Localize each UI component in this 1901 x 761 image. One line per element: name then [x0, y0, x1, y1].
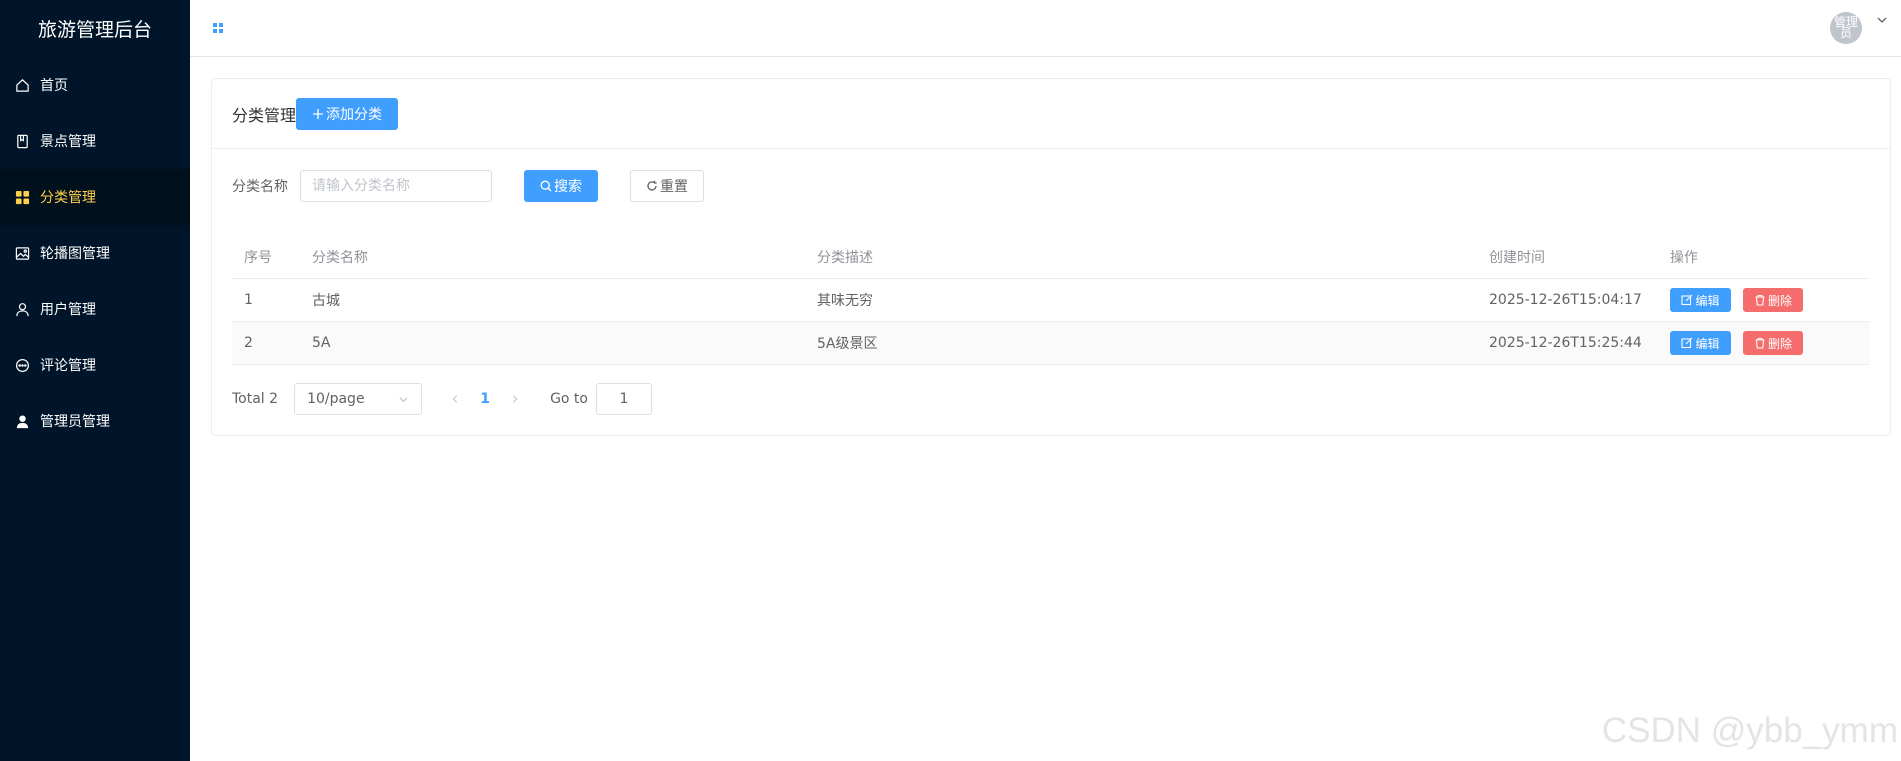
cell-name: 5A: [312, 335, 331, 351]
chevron-down-icon[interactable]: [1876, 14, 1888, 26]
cell-created: 2025-12-26T15:04:17: [1489, 292, 1642, 308]
search-button[interactable]: 搜索: [524, 170, 598, 202]
category-table: 序号 分类名称 分类描述 创建时间 操作 1 古城 其味无穷 2025-12-2…: [232, 236, 1870, 365]
home-icon: [15, 78, 30, 93]
refresh-icon: [647, 180, 657, 191]
cell-description: 其味无穷: [817, 293, 873, 309]
edit-button[interactable]: 编辑: [1670, 331, 1731, 355]
sidebar-item-label: 用户管理: [40, 302, 96, 318]
edit-icon: [1681, 294, 1693, 306]
pagination: Total 2 10/page 1 Go to 1: [232, 383, 652, 415]
delete-icon: [1755, 337, 1765, 349]
column-header-created: 创建时间: [1489, 250, 1545, 266]
chat-dot-icon: [15, 358, 30, 373]
goto-label: Go to: [550, 391, 588, 407]
cell-actions: 编辑 删除: [1670, 288, 1870, 312]
delete-label: 删除: [1767, 293, 1792, 308]
search-icon: [540, 180, 552, 192]
delete-label: 删除: [1767, 336, 1792, 351]
table-row: 1 古城 其味无穷 2025-12-26T15:04:17 编辑 删除: [232, 279, 1870, 322]
edit-label: 编辑: [1695, 293, 1720, 308]
sidebar-item-label: 评论管理: [40, 358, 96, 374]
table-row: 2 5A 5A级景区 2025-12-26T15:25:44 编辑 删除: [232, 322, 1870, 365]
add-category-label: 添加分类: [326, 106, 383, 123]
page-size-select[interactable]: 10/page: [294, 383, 423, 415]
sidebar-item-label: 轮播图管理: [40, 246, 110, 262]
sidebar-item-carousel[interactable]: 轮播图管理: [0, 225, 190, 281]
next-page-button[interactable]: [500, 385, 530, 413]
category-card: 分类管理 添加分类 分类名称 搜索 重置 序号 分类名称 分类描述 创建时间 操…: [211, 78, 1891, 436]
watermark: CSDN @ybb_ymm: [1601, 711, 1898, 750]
chevron-down-icon: [399, 396, 408, 402]
app-title: 旅游管理后台: [37, 19, 152, 41]
page-number-current[interactable]: 1: [470, 385, 500, 413]
add-category-button[interactable]: 添加分类: [296, 97, 399, 130]
cell-actions: 编辑 删除: [1670, 331, 1870, 355]
sidebar-item-label: 景点管理: [40, 134, 96, 150]
plus-icon: [313, 108, 324, 119]
sidebar-item-categories[interactable]: 分类管理: [0, 169, 190, 225]
filter-label: 分类名称: [232, 179, 288, 195]
grid-icon: [15, 190, 30, 205]
sidebar-item-attractions[interactable]: 景点管理: [0, 113, 190, 169]
sidebar-item-comments[interactable]: 评论管理: [0, 337, 190, 393]
book-icon: [15, 134, 30, 149]
cell-index: 1: [244, 292, 253, 308]
menu-toggle-icon[interactable]: [212, 22, 224, 34]
table-header-row: 序号 分类名称 分类描述 创建时间 操作: [232, 236, 1870, 279]
column-header-actions: 操作: [1670, 250, 1698, 266]
edit-button[interactable]: 编辑: [1670, 288, 1731, 312]
prev-page-button[interactable]: [440, 385, 470, 413]
column-header-index: 序号: [244, 250, 272, 266]
page-size-value: 10/page: [307, 391, 365, 407]
delete-button[interactable]: 删除: [1743, 288, 1803, 312]
user-filled-icon: [15, 414, 30, 429]
column-header-description: 分类描述: [817, 250, 873, 266]
column-header-name: 分类名称: [312, 250, 368, 266]
filter-bar: 分类名称 搜索 重置: [232, 169, 704, 203]
page-title: 分类管理: [232, 105, 297, 125]
reset-label: 重置: [660, 179, 688, 195]
sidebar-item-label: 分类管理: [40, 190, 96, 206]
sidebar: 旅游管理后台 首页 景点管理 分类管理 轮播图管理 用户管理 评论管理 管理员管…: [0, 0, 190, 761]
delete-icon: [1755, 294, 1765, 306]
sidebar-item-label: 首页: [40, 78, 68, 94]
avatar[interactable]: 管理员: [1830, 12, 1862, 44]
card-header: 分类管理 添加分类: [212, 79, 1890, 149]
sidebar-item-admins[interactable]: 管理员管理: [0, 393, 190, 449]
sidebar-item-users[interactable]: 用户管理: [0, 281, 190, 337]
user-icon: [15, 302, 30, 317]
chevron-right-icon: [513, 395, 518, 403]
pagination-total: Total 2: [232, 391, 279, 407]
picture-icon: [15, 246, 30, 261]
delete-button[interactable]: 删除: [1743, 331, 1803, 355]
sidebar-item-home[interactable]: 首页: [0, 57, 190, 113]
cell-index: 2: [244, 335, 253, 351]
category-name-input[interactable]: [300, 170, 492, 202]
edit-label: 编辑: [1695, 336, 1720, 351]
chevron-left-icon: [452, 395, 458, 403]
sidebar-item-label: 管理员管理: [40, 414, 110, 430]
edit-icon: [1681, 337, 1693, 349]
goto-page-input[interactable]: 1: [595, 383, 652, 415]
search-label: 搜索: [554, 179, 582, 195]
cell-name: 古城: [312, 293, 340, 309]
top-header: 管理员: [190, 0, 1901, 57]
reset-button[interactable]: 重置: [630, 170, 704, 202]
cell-description: 5A级景区: [817, 336, 878, 352]
cell-created: 2025-12-26T15:25:44: [1489, 335, 1642, 351]
